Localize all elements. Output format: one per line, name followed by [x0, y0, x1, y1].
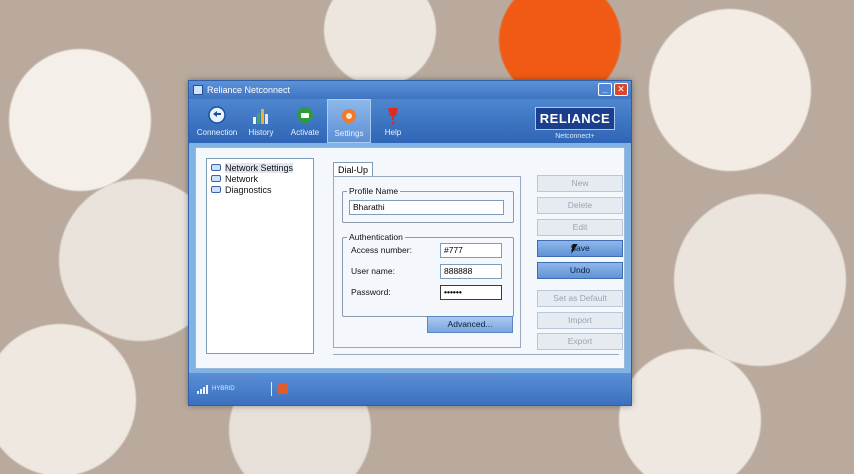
user-name-label: User name: [351, 266, 395, 276]
signal-strength-icon [197, 384, 208, 394]
toolbar-label: History [248, 128, 274, 137]
main-toolbar: Connection History Activate Settings Hel… [189, 99, 631, 143]
toolbar-label: Settings [334, 129, 364, 138]
connection-icon [208, 106, 226, 124]
toolbar-connection[interactable]: Connection [195, 99, 239, 143]
sms-icon[interactable] [277, 384, 288, 394]
password-input[interactable]: •••••• [440, 285, 502, 300]
network-type-label: HYBRID [212, 386, 235, 392]
advanced-button[interactable]: Advanced... [427, 316, 513, 333]
set-as-default-button[interactable]: Set as Default [537, 290, 623, 307]
brand-subtitle: Netconnect+ [555, 133, 595, 140]
new-button[interactable]: New [537, 175, 623, 192]
toolbar-help[interactable]: Help [371, 99, 415, 143]
window-title: Reliance Netconnect [207, 85, 291, 95]
undo-button[interactable]: Undo [537, 262, 623, 279]
tree-item-label: Diagnostics [225, 184, 272, 195]
profile-name-group: Profile Name Bharathi [342, 186, 514, 223]
tree-item-label: Network [225, 173, 259, 184]
access-number-label: Access number: [351, 245, 412, 255]
reliance-logo: RELIANCE Netconnect+ [535, 107, 615, 140]
settings-content: Network Settings Network Diagnostics Dia… [195, 147, 625, 369]
minimize-button[interactable]: _ [598, 83, 612, 96]
folder-open-icon [211, 164, 221, 171]
toolbar-label: Connection [196, 128, 238, 137]
tree-item-network[interactable]: Network [207, 173, 313, 184]
netconnect-window: Reliance Netconnect _ ✕ Connection Histo… [188, 80, 632, 406]
settings-tree: Network Settings Network Diagnostics [206, 158, 314, 354]
toolbar-history[interactable]: History [239, 99, 283, 143]
brand-name: RELIANCE [535, 107, 615, 130]
export-button[interactable]: Export [537, 333, 623, 350]
status-separator [270, 382, 272, 396]
toolbar-label: Help [384, 128, 402, 137]
app-icon [193, 85, 203, 95]
toolbar-settings[interactable]: Settings [327, 99, 371, 143]
title-bar[interactable]: Reliance Netconnect _ ✕ [189, 81, 631, 99]
activate-icon [297, 107, 313, 123]
toolbar-label: Activate [290, 128, 320, 137]
delete-button[interactable]: Delete [537, 197, 623, 214]
password-label: Password: [351, 287, 391, 297]
help-icon [388, 108, 398, 125]
authentication-group: Authentication Access number: #777 User … [342, 232, 514, 317]
import-button[interactable]: Import [537, 312, 623, 329]
access-number-input[interactable]: #777 [440, 243, 502, 258]
save-button[interactable]: Save [537, 240, 623, 257]
tree-item-network-settings[interactable]: Network Settings [207, 162, 313, 173]
profile-name-input[interactable]: Bharathi [349, 200, 504, 215]
folder-icon [211, 175, 221, 182]
authentication-label: Authentication [347, 232, 405, 242]
user-name-input[interactable]: 888888 [440, 264, 502, 279]
tree-item-diagnostics[interactable]: Diagnostics [207, 184, 313, 195]
history-icon [253, 109, 268, 124]
edit-button[interactable]: Edit [537, 219, 623, 236]
status-bar: HYBRID [189, 373, 631, 405]
toolbar-activate[interactable]: Activate [283, 99, 327, 143]
profile-name-label: Profile Name [347, 186, 401, 196]
settings-icon [342, 109, 356, 123]
tree-item-label: Network Settings [225, 162, 294, 173]
divider [333, 354, 619, 355]
tab-dial-up[interactable]: Dial-Up [333, 162, 374, 176]
folder-icon [211, 186, 221, 193]
close-button[interactable]: ✕ [614, 83, 628, 96]
